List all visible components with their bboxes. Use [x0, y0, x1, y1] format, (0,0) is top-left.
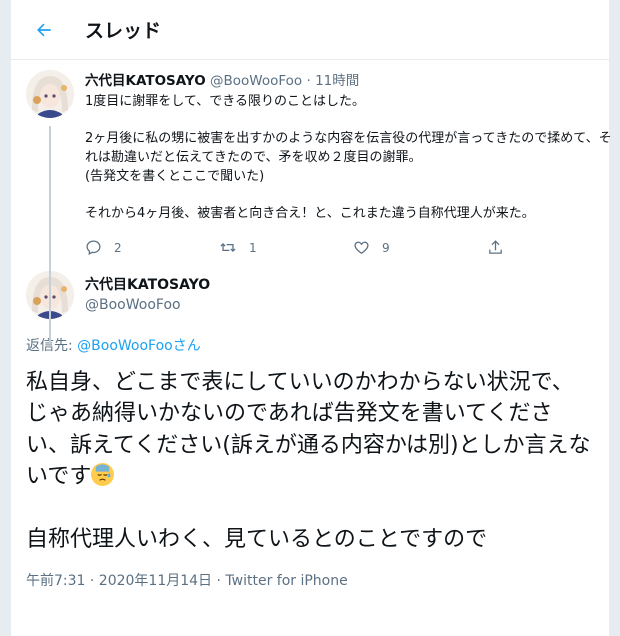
- reply-context: 返信先: @BooWooFooさん: [26, 335, 593, 355]
- tweet-meta: 六代目KATOSAYO @BooWooFoo · 11時間: [85, 72, 620, 90]
- reply-icon: [86, 240, 101, 256]
- tweet-text: 私自身、どこまで表にしていいのかわからない状況で、じゃあ納得いかないのであれば告…: [26, 367, 593, 556]
- sweat-face-emoji-icon: [91, 463, 115, 487]
- avatar-image-icon: [26, 70, 74, 118]
- share-button[interactable]: [487, 239, 620, 256]
- thread-header: スレッド: [11, 0, 609, 60]
- back-button[interactable]: [25, 11, 63, 49]
- tweet-text: 1度目に謝罪をして、できる限りのことはした。 2ヶ月後に私の甥に被害を出すかのよ…: [85, 94, 612, 222]
- focused-tweet: 六代目KATOSAYO @BooWooFoo 返信先: @BooWooFooさん…: [11, 259, 609, 590]
- handle[interactable]: @BooWooFoo: [85, 295, 210, 315]
- meta-separator: ·: [306, 73, 311, 89]
- like-button[interactable]: 9: [353, 239, 487, 256]
- like-count: 9: [382, 240, 390, 255]
- thread-connector-line: [49, 126, 51, 344]
- page-title: スレッド: [85, 20, 162, 42]
- reply-prefix: 返信先:: [26, 337, 78, 354]
- display-name[interactable]: 六代目KATOSAYO: [85, 275, 210, 295]
- tweet-timestamp: 午前7:31 · 2020年11月14日 · Twitter for iPhon…: [26, 570, 593, 590]
- timestamp-text[interactable]: 午前7:31 · 2020年11月14日 ·: [26, 573, 225, 589]
- tweet-text-after: 自称代理人いわく、見ているとのことですので: [26, 527, 488, 553]
- reply-mention-link[interactable]: @BooWooFooさん: [77, 338, 201, 354]
- heart-icon: [354, 242, 369, 255]
- handle[interactable]: @BooWooFoo: [210, 73, 302, 89]
- avatar[interactable]: [26, 70, 74, 118]
- retweet-button[interactable]: 1: [219, 239, 353, 256]
- tweet-time[interactable]: 11時間: [315, 73, 359, 89]
- share-icon: [489, 240, 502, 255]
- retweet-count: 1: [249, 240, 257, 255]
- tweet-actions: 2 1 9: [85, 237, 620, 259]
- arrow-left-icon: [37, 23, 51, 36]
- reply-button[interactable]: 2: [85, 239, 219, 256]
- retweet-icon: [220, 243, 236, 253]
- client-link[interactable]: Twitter for iPhone: [225, 573, 347, 589]
- display-name[interactable]: 六代目KATOSAYO: [85, 73, 206, 89]
- reply-count: 2: [114, 240, 122, 255]
- parent-tweet[interactable]: 六代目KATOSAYO @BooWooFoo · 11時間 1度目に謝罪をして、…: [11, 60, 612, 344]
- thread-panel: スレッド 六代目KATOSAYO @BooWooFoo · 11時間 1度目に謝…: [10, 0, 612, 636]
